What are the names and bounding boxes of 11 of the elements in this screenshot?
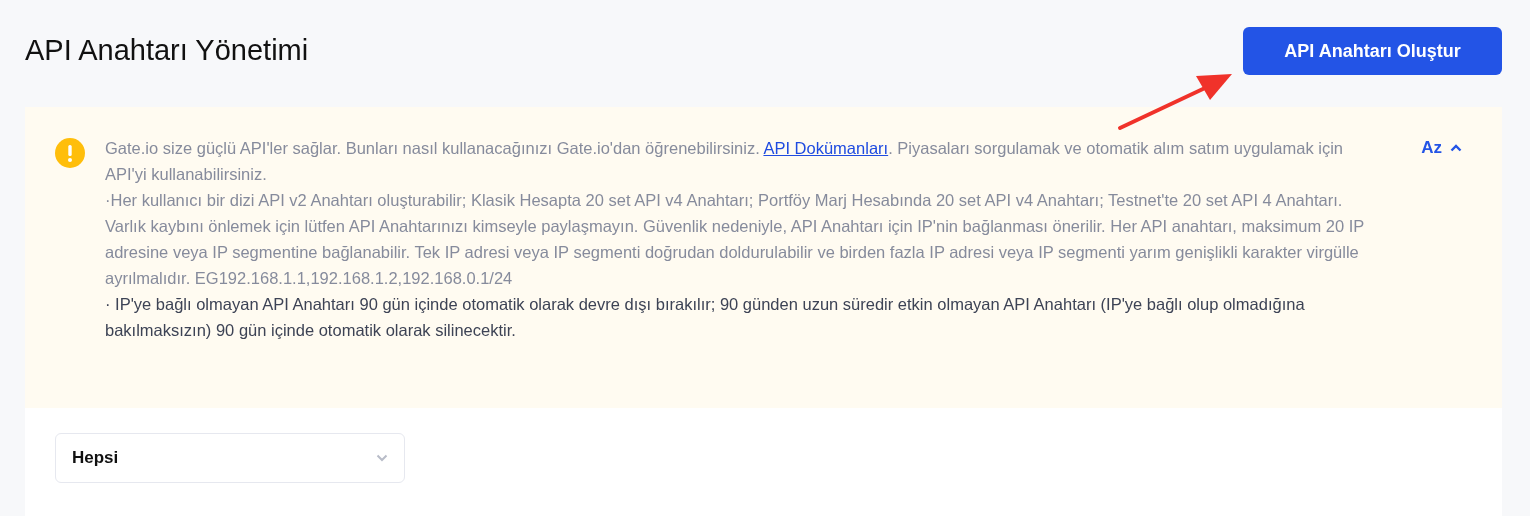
warning-icon xyxy=(55,138,85,168)
docs-link[interactable]: API Dokümanları xyxy=(763,139,889,157)
collapse-toggle[interactable]: Az xyxy=(1421,135,1462,161)
notice-paragraph: ·Her kullanıcı bir dizi API v2 Anahtarı oluşturabilir; Klasik Hesapta 20 set API v4 Anahtarı; Portföy Marj Hesabında 20 set API v4 Anahtarı; Testnet'te 20 set API 4 Anahtarı. xyxy=(105,190,1344,211)
page-title: API Anahtarı Yönetimi xyxy=(25,33,309,69)
filter-dropdown[interactable]: Hepsi xyxy=(55,433,405,483)
notice-paragraph: Varlık kaybını önlemek için lütfen API Anahtarınızı kimseyle paylaşmayın. Güvenlik nedeniyle, API Anahtarı için IP'nin bağlanması önerilir. Her API anahtarı, maksimum 20 IP adresine veya IP segmentine bağlanabilir. Tek IP adresi veya IP segmenti doğrudan doldurulabilir ve birden fazla IP adresi veya IP segmenti yarım genişlikli karakter virgülle ayrılmalıdır. EG192.168.1.1,192.168.1.2,192.168.0.1/24 xyxy=(105,216,1365,289)
notice-paragraph: Gate.io size güçlü API'ler sağlar. Bunları nasıl kullanacağınızı Gate.io'dan öğrenebilirsiniz. API Dokümanları. Piyasaları sorgulamak ve otomatik alım satım uygulamak için API'yi kullanabilirsiniz. xyxy=(105,138,1344,185)
chevron-down-icon xyxy=(376,454,388,462)
create-api-key-button[interactable]: API Anahtarı Oluştur xyxy=(1243,27,1502,75)
notice-paragraph: · IP'ye bağlı olmayan API Anahtarı 90 gün içinde otomatik olarak devre dışı bırakılır; 90 günden uzun süredir etkin olmayan API Anahtarı (IP'ye bağlı olup olmadığına bakılmaksızın) 90 gün içinde otomatik olarak silinecektir. xyxy=(105,294,1306,341)
